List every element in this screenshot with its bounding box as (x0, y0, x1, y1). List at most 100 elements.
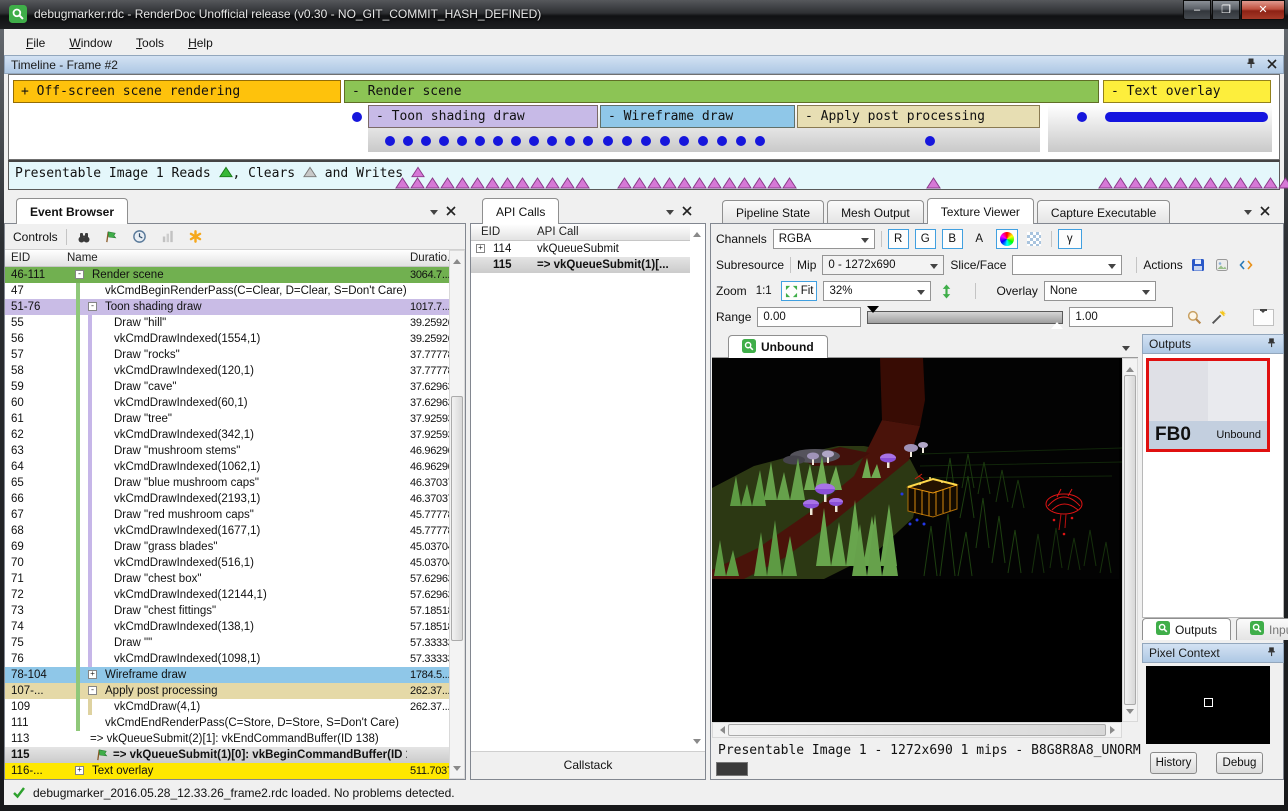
panel-menu-icon[interactable] (666, 210, 674, 219)
range-options-button[interactable] (1253, 309, 1274, 326)
pin-icon[interactable] (1266, 646, 1277, 660)
overlay-dropdown[interactable]: None (1044, 281, 1156, 301)
zoom-level-dropdown[interactable]: 32% (823, 281, 931, 301)
minimize-button[interactable]: – (1183, 0, 1211, 20)
event-row[interactable]: 109vkCmdDraw(4,1)262.37... (5, 699, 449, 715)
event-row[interactable]: 111vkCmdEndRenderPass(C=Store, D=Store, … (5, 715, 449, 731)
range-black-handle[interactable] (867, 306, 879, 319)
event-row[interactable]: 60vkCmdDrawIndexed(60,1)37.62963 (5, 395, 449, 411)
texture-vscrollbar[interactable] (1122, 358, 1138, 722)
texture-hscrollbar[interactable] (712, 722, 1122, 738)
close-button[interactable]: ✕ (1241, 0, 1285, 20)
texture-display[interactable] (712, 358, 1122, 722)
timeline-marker[interactable]: + Off-screen scene rendering (13, 80, 341, 103)
event-row[interactable]: 65Draw "blue mushroom caps"46.37037 (5, 475, 449, 491)
event-row[interactable]: 71Draw "chest box"57.62963 (5, 571, 449, 587)
mip-dropdown[interactable]: 0 - 1272x690 (822, 255, 944, 275)
find-icon[interactable] (75, 228, 93, 246)
close-icon[interactable] (1267, 58, 1277, 72)
zoom-range-icon[interactable] (1185, 308, 1203, 326)
slice-face-dropdown[interactable] (1012, 255, 1122, 275)
timeline-marker[interactable]: - Toon shading draw (368, 105, 598, 128)
stats-icon[interactable] (159, 228, 177, 246)
expander-icon[interactable]: + (75, 766, 84, 775)
maximize-button[interactable]: ❐ (1212, 0, 1240, 20)
expander-icon[interactable]: - (75, 270, 84, 279)
event-row[interactable]: 75Draw ""57.33333 (5, 635, 449, 651)
expander-icon[interactable]: + (476, 244, 485, 253)
event-row[interactable]: 66vkCmdDrawIndexed(2193,1)46.37037 (5, 491, 449, 507)
range-min-field[interactable]: 0.00 (757, 307, 861, 327)
event-row[interactable]: 70vkCmdDrawIndexed(516,1)45.03704 (5, 555, 449, 571)
pin-icon[interactable] (1245, 57, 1257, 72)
tab-texture-viewer[interactable]: Texture Viewer (927, 198, 1034, 224)
event-row[interactable]: 51-76-Toon shading draw1017.7... (5, 299, 449, 315)
timeline-body[interactable]: + Off-screen scene rendering- Render sce… (8, 74, 1280, 160)
save-icon[interactable] (1189, 256, 1207, 274)
expander-icon[interactable]: + (88, 670, 97, 679)
event-row[interactable]: 62vkCmdDrawIndexed(342,1)37.92593 (5, 427, 449, 443)
channel-g-button[interactable]: G (915, 229, 936, 249)
close-icon[interactable] (446, 205, 456, 219)
time-durations-icon[interactable] (131, 228, 149, 246)
channel-b-button[interactable]: B (942, 229, 963, 249)
debug-button[interactable]: Debug (1216, 752, 1263, 774)
tab-inputs[interactable]: Inputs (1236, 618, 1288, 640)
event-row[interactable]: 67Draw "red mushroom caps"45.77778 (5, 507, 449, 523)
api-table-header[interactable]: EID API Call (471, 224, 690, 241)
event-row[interactable]: 73Draw "chest fittings"57.18518 (5, 603, 449, 619)
callstack-footer[interactable]: Callstack (471, 751, 705, 779)
image-icon[interactable] (1213, 256, 1231, 274)
range-white-handle[interactable] (1051, 316, 1063, 329)
api-call-row[interactable]: +114vkQueueSubmit (471, 241, 690, 257)
event-row[interactable]: 113=> vkQueueSubmit(2)[1]: vkEndCommandB… (5, 731, 449, 747)
menu-help[interactable]: Help (178, 33, 223, 53)
fit-button[interactable]: Fit (781, 281, 818, 301)
channel-a-button[interactable]: A (969, 229, 990, 249)
close-icon[interactable] (682, 205, 692, 219)
api-calls-scrollbar[interactable] (690, 224, 705, 751)
flip-vertical-icon[interactable] (937, 282, 955, 300)
event-row[interactable]: 69Draw "grass blades"45.03704 (5, 539, 449, 555)
checkerboard-icon[interactable] (1024, 229, 1045, 249)
goto-eid-icon[interactable] (103, 228, 121, 246)
event-row[interactable]: 63Draw "mushroom stems"46.96296 (5, 443, 449, 459)
event-row[interactable]: 56vkCmdDrawIndexed(1554,1)39.25926 (5, 331, 449, 347)
expander-icon[interactable]: - (88, 302, 97, 311)
panel-menu-icon[interactable] (430, 210, 438, 219)
menu-file[interactable]: File (16, 33, 55, 53)
api-call-row[interactable]: 115=> vkQueueSubmit(1)[... (471, 257, 690, 273)
event-row[interactable]: 107-...-Apply post processing262.37... (5, 683, 449, 699)
pin-icon[interactable] (1266, 337, 1277, 351)
autofit-wand-icon[interactable] (1209, 308, 1227, 326)
timeline-marker[interactable]: - Render scene (344, 80, 1099, 103)
timeline-marker[interactable]: - Apply post processing (797, 105, 1040, 128)
channels-dropdown[interactable]: RGBA (773, 229, 875, 249)
channel-r-button[interactable]: R (888, 229, 909, 249)
event-table-header[interactable]: EID Name Duratio... (5, 250, 449, 267)
code-icon[interactable] (1237, 256, 1255, 274)
event-row[interactable]: 68vkCmdDrawIndexed(1677,1)45.77778 (5, 523, 449, 539)
event-row[interactable]: 47vkCmdBeginRenderPass(C=Clear, D=Clear,… (5, 283, 449, 299)
event-row[interactable]: 115=> vkQueueSubmit(1)[0]: vkBeginComman… (5, 747, 449, 763)
event-row[interactable]: 72vkCmdDrawIndexed(12144,1)57.62963 (5, 587, 449, 603)
tab-capture-executable[interactable]: Capture Executable (1037, 200, 1170, 224)
event-row[interactable]: 61Draw "tree"37.92593 (5, 411, 449, 427)
event-row[interactable]: 64vkCmdDrawIndexed(1062,1)46.96296 (5, 459, 449, 475)
gamma-button[interactable]: γ (1058, 229, 1082, 249)
texture-list-dropdown-icon[interactable] (1122, 346, 1130, 355)
tab-event-browser[interactable]: Event Browser (16, 198, 128, 224)
event-row[interactable]: 57Draw "rocks"37.77778 (5, 347, 449, 363)
history-button[interactable]: History (1150, 752, 1197, 774)
range-slider[interactable] (867, 311, 1063, 324)
color-wheel-icon[interactable] (996, 229, 1018, 249)
event-row[interactable]: 55Draw "hill"39.25926 (5, 315, 449, 331)
tab-pipeline-state[interactable]: Pipeline State (722, 200, 824, 224)
tab-outputs[interactable]: Outputs (1142, 618, 1231, 640)
event-row[interactable]: 76vkCmdDrawIndexed(1098,1)57.33333 (5, 651, 449, 667)
event-row[interactable]: 59Draw "cave"37.62963 (5, 379, 449, 395)
menu-window[interactable]: Window (59, 33, 122, 53)
event-row[interactable]: 78-104+Wireframe draw1784.5... (5, 667, 449, 683)
tab-unbound-texture[interactable]: Unbound (728, 335, 828, 358)
panel-menu-icon[interactable] (1244, 210, 1252, 219)
